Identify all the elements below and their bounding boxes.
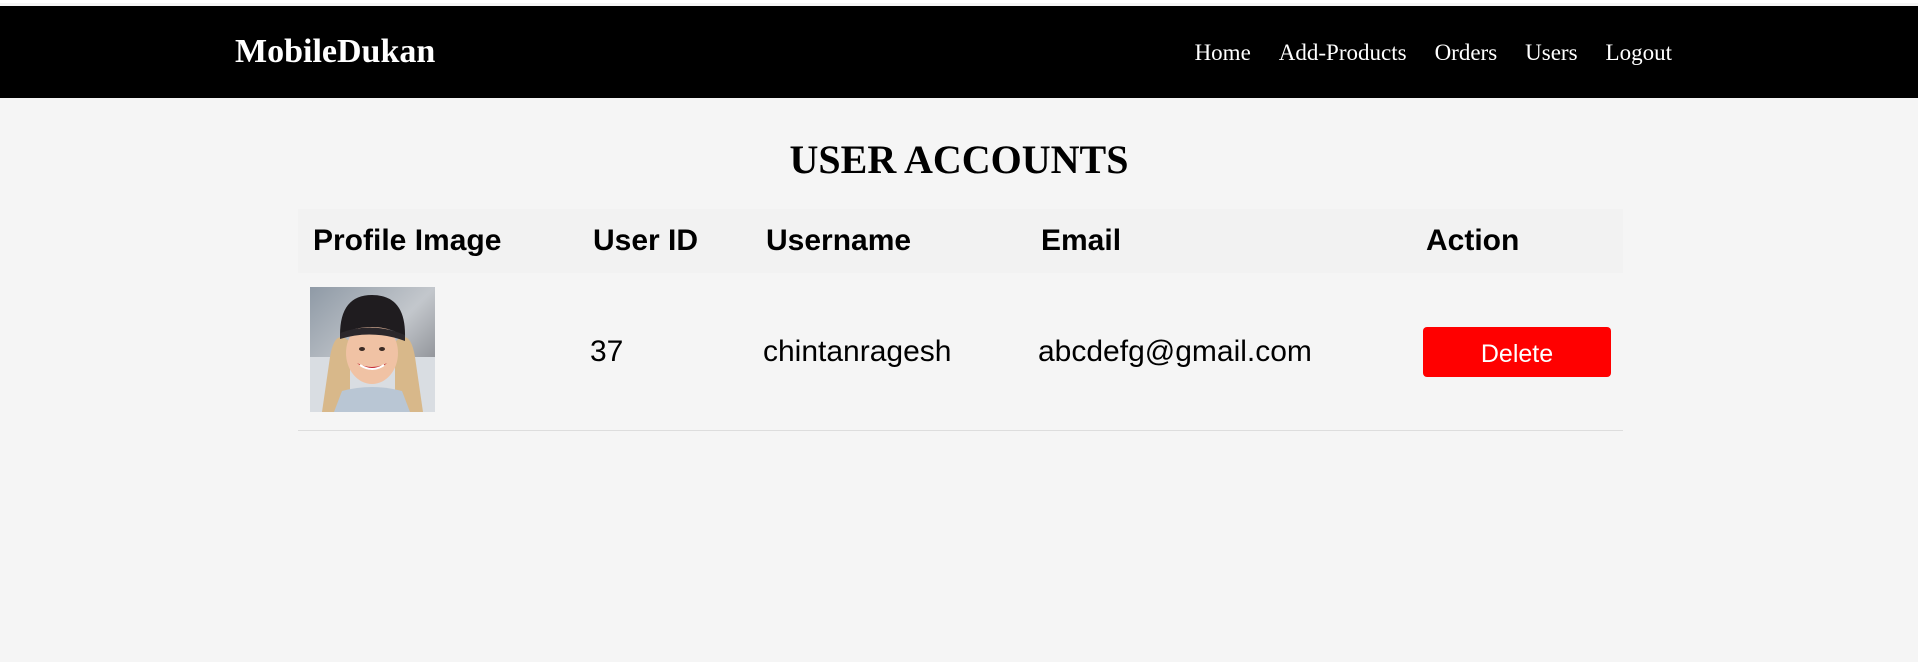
- header-profile-image: Profile Image: [313, 224, 502, 257]
- user-accounts-table: Profile Image User ID Username Email Act…: [298, 209, 1623, 431]
- profile-image-cell: [298, 273, 578, 431]
- brand-logo[interactable]: MobileDukan: [235, 32, 435, 72]
- header-username: Username: [766, 224, 912, 257]
- page-title: USER ACCOUNTS: [789, 137, 1129, 182]
- action-cell: Delete: [1411, 273, 1623, 431]
- page: MobileDukan Home Add-Products Orders Use…: [0, 0, 1918, 662]
- header-user-id: User ID: [593, 224, 699, 257]
- table-header-row: Profile Image User ID Username Email Act…: [298, 209, 1623, 273]
- header-action: Action: [1426, 224, 1520, 257]
- nav-link-orders[interactable]: Orders: [1435, 39, 1498, 67]
- profile-avatar-image: [310, 287, 435, 412]
- table-row: 37 chintanragesh abcdefg@gmail.com Delet…: [298, 273, 1623, 431]
- email-cell: abcdefg@gmail.com: [1026, 273, 1411, 431]
- nav-link-add-products[interactable]: Add-Products: [1279, 39, 1407, 67]
- nav-links: Home Add-Products Orders Users Logout: [1167, 39, 1672, 67]
- user-id-cell: 37: [578, 273, 751, 431]
- nav-link-users[interactable]: Users: [1525, 39, 1577, 67]
- navbar: MobileDukan Home Add-Products Orders Use…: [0, 6, 1918, 98]
- delete-user-button[interactable]: Delete: [1423, 326, 1611, 377]
- nav-link-logout[interactable]: Logout: [1606, 39, 1672, 67]
- user-table-container: Profile Image User ID Username Email Act…: [298, 209, 1623, 431]
- username-cell: chintanragesh: [751, 273, 1026, 431]
- nav-link-home[interactable]: Home: [1195, 39, 1251, 67]
- header-email: Email: [1041, 224, 1122, 257]
